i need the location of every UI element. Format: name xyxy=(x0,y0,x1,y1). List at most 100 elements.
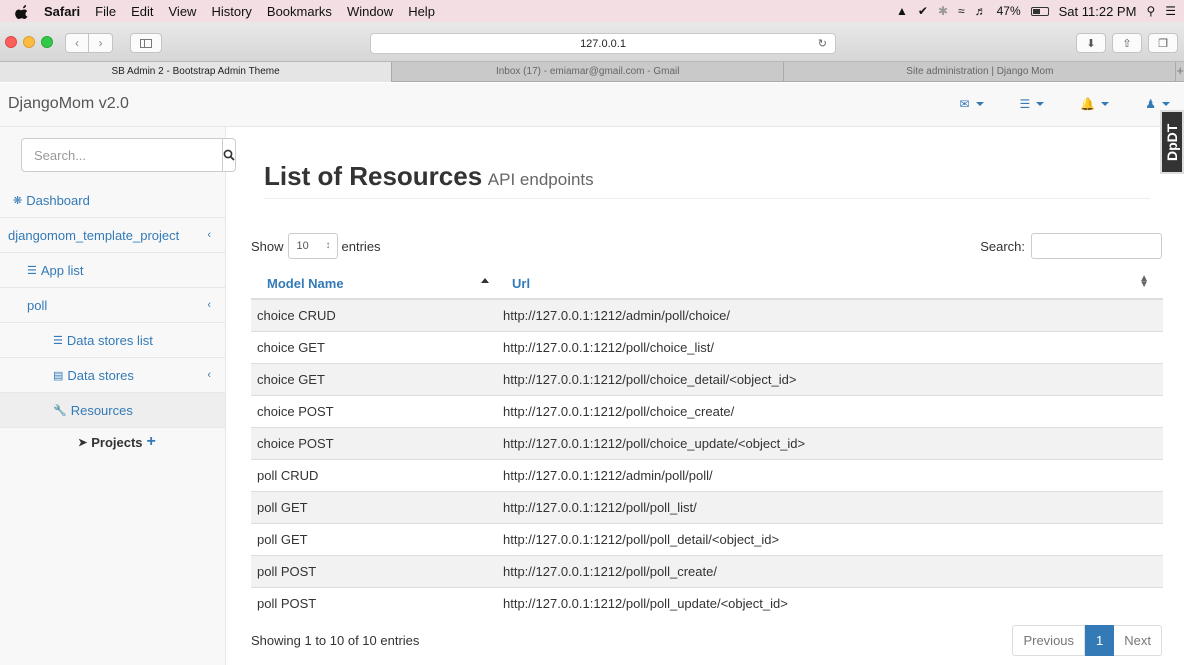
sidebar-item-project[interactable]: djangomom_template_project ‹ xyxy=(0,218,225,253)
downloads-button[interactable]: ⬇ xyxy=(1076,33,1106,53)
menu-view[interactable]: View xyxy=(169,4,197,19)
menu-help[interactable]: Help xyxy=(408,4,435,19)
tab-sb-admin[interactable]: SB Admin 2 - Bootstrap Admin Theme xyxy=(0,62,393,82)
brand[interactable]: DjangoMom v2.0 xyxy=(8,95,129,113)
volume-icon[interactable]: ♬ xyxy=(975,4,987,18)
sidebar-icon xyxy=(140,38,152,48)
sidebar-search-input[interactable] xyxy=(21,138,223,172)
user-dropdown[interactable]: ♟ xyxy=(1145,97,1170,111)
entries-label: entries xyxy=(341,238,381,254)
chevron-left-icon: ‹ xyxy=(75,36,79,50)
sidebar-item-label: Dashboard xyxy=(26,192,90,208)
sidebar-search xyxy=(21,138,236,172)
wifi-icon[interactable]: ≈ xyxy=(958,4,965,18)
list-icon: ☰ xyxy=(53,334,63,347)
reload-icon[interactable]: ↻ xyxy=(818,34,827,54)
menu-file[interactable]: File xyxy=(95,4,116,19)
tab-django-mom[interactable]: Site administration | Django Mom xyxy=(784,62,1177,82)
show-label: Show xyxy=(251,238,284,254)
alerts-dropdown[interactable]: 🔔 xyxy=(1080,97,1110,111)
url-cell: http://127.0.0.1:1212/poll/choice_list/ xyxy=(497,330,1163,363)
model-name-cell: choice POST xyxy=(251,394,497,427)
apple-logo-icon[interactable] xyxy=(14,3,32,19)
table-row: poll POST http://127.0.0.1:1212/poll/poll… xyxy=(251,554,1163,587)
column-header-url[interactable]: Url ▲ ▼ xyxy=(497,268,1163,300)
table-search-input[interactable] xyxy=(1031,233,1162,259)
tabs-overview-button[interactable]: ❐ xyxy=(1148,33,1178,53)
table-row: choice GET http://127.0.0.1:1212/poll/cho… xyxy=(251,330,1163,363)
notification-center-icon[interactable]: ☰ xyxy=(1165,4,1176,18)
tab-gmail[interactable]: Inbox (17) - emiamar@gmail.com - Gmail xyxy=(392,62,785,82)
column-header-model-name[interactable]: Model Name xyxy=(251,268,497,300)
back-button[interactable]: ‹ xyxy=(65,33,89,53)
bluetooth-icon[interactable]: ✱ xyxy=(938,4,948,18)
page-1-button[interactable]: 1 xyxy=(1085,625,1115,656)
sort-ascending-icon xyxy=(481,278,489,283)
sidebar-item-projects[interactable]: ➤ Projects + xyxy=(0,428,225,456)
minimize-window-icon[interactable] xyxy=(23,36,35,48)
sidebar-item-resources[interactable]: 🔧 Resources xyxy=(0,393,225,428)
tab-bar: SB Admin 2 - Bootstrap Admin Theme Inbox… xyxy=(0,62,1184,82)
sidebar-item-label: poll xyxy=(27,297,48,313)
sidebar: ❋ Dashboard djangomom_template_project ‹… xyxy=(0,127,236,665)
next-page-button[interactable]: Next xyxy=(1114,625,1162,656)
sidebar-toggle-button[interactable] xyxy=(130,33,162,53)
spotlight-search-icon[interactable]: ⚲ xyxy=(1146,4,1155,18)
address-bar[interactable]: 127.0.0.1 ↻ xyxy=(370,33,836,54)
clock[interactable]: Sat 11:22 PM xyxy=(1059,4,1137,19)
table-row: poll GET http://127.0.0.1:1212/poll/poll_… xyxy=(251,522,1163,555)
messages-dropdown[interactable]: ✉ xyxy=(959,97,984,111)
model-name-cell: choice GET xyxy=(251,362,497,395)
main-content: List of Resources API endpoints Show 10 … xyxy=(227,127,1184,665)
menu-edit[interactable]: Edit xyxy=(131,4,153,19)
menu-history[interactable]: History xyxy=(211,4,251,19)
zoom-window-icon[interactable] xyxy=(41,36,53,48)
tasks-dropdown[interactable]: ☰ xyxy=(1020,97,1045,111)
sidebar-item-poll[interactable]: poll ‹ xyxy=(0,288,225,323)
new-tab-button[interactable]: + xyxy=(1176,62,1184,81)
sidebar-item-app-list[interactable]: ☰ App list xyxy=(0,253,225,288)
drive-icon[interactable]: ▲ xyxy=(896,4,908,18)
table-row: poll CRUD http://127.0.0.1:1212/admin/pol… xyxy=(251,458,1163,491)
entries-length-control: Show 10 entries xyxy=(251,233,381,259)
chevron-left-icon: ‹ xyxy=(207,299,211,311)
table-row: choice GET http://127.0.0.1:1212/poll/cho… xyxy=(251,362,1163,395)
sidebar-item-label: djangomom_template_project xyxy=(8,227,180,243)
address-text: 127.0.0.1 xyxy=(580,38,626,50)
wrench-icon: 🔧 xyxy=(53,404,67,417)
sidebar-item-data-stores[interactable]: ▤ Data stores ‹ xyxy=(0,358,225,393)
url-cell: http://127.0.0.1:1212/admin/poll/choice/ xyxy=(497,298,1163,331)
check-circle-icon[interactable]: ✔ xyxy=(918,4,928,18)
menu-window[interactable]: Window xyxy=(347,4,393,19)
url-cell: http://127.0.0.1:1212/admin/poll/poll/ xyxy=(497,458,1163,491)
page-title: List of Resources xyxy=(264,161,483,191)
app-navbar: DjangoMom v2.0 ✉ ☰ 🔔 ♟ xyxy=(0,83,1184,127)
table-header-row: Model Name Url ▲ ▼ xyxy=(251,268,1163,300)
menu-safari[interactable]: Safari xyxy=(44,4,80,19)
sidebar-item-label: Projects xyxy=(91,434,143,450)
browser-toolbar: ‹ › 127.0.0.1 ↻ ⬇ ⇧ ❐ xyxy=(0,22,1184,62)
chevron-left-icon: ‹ xyxy=(207,229,211,241)
page-header: List of Resources API endpoints xyxy=(264,161,1150,199)
close-window-icon[interactable] xyxy=(5,36,17,48)
model-name-cell: poll POST xyxy=(251,586,497,619)
url-cell: http://127.0.0.1:1212/poll/poll_list/ xyxy=(497,490,1163,523)
table-row: poll GET http://127.0.0.1:1212/poll/poll_… xyxy=(251,490,1163,523)
entries-select[interactable]: 10 xyxy=(287,233,338,259)
previous-page-button[interactable]: Previous xyxy=(1012,625,1086,656)
menu-bookmarks[interactable]: Bookmarks xyxy=(267,4,332,19)
table-row: choice CRUD http://127.0.0.1:1212/admin/p… xyxy=(251,298,1163,331)
table-row: choice POST http://127.0.0.1:1212/poll/ch… xyxy=(251,426,1163,459)
sidebar-item-dashboard[interactable]: ❋ Dashboard xyxy=(0,183,225,218)
model-name-cell: choice GET xyxy=(251,330,497,363)
battery-icon[interactable] xyxy=(1030,6,1049,16)
sidebar-item-data-stores-list[interactable]: ☰ Data stores list xyxy=(0,323,225,358)
tabs-icon: ❐ xyxy=(1158,37,1168,50)
page-subtitle: API endpoints xyxy=(487,170,594,189)
add-project-icon[interactable]: + xyxy=(147,433,156,451)
table-row: poll POST http://127.0.0.1:1212/poll/poll… xyxy=(251,586,1163,619)
url-cell: http://127.0.0.1:1212/poll/poll_create/ xyxy=(497,554,1163,587)
model-name-cell: choice CRUD xyxy=(251,298,497,331)
share-button[interactable]: ⇧ xyxy=(1112,33,1142,53)
forward-button[interactable]: › xyxy=(89,33,113,53)
